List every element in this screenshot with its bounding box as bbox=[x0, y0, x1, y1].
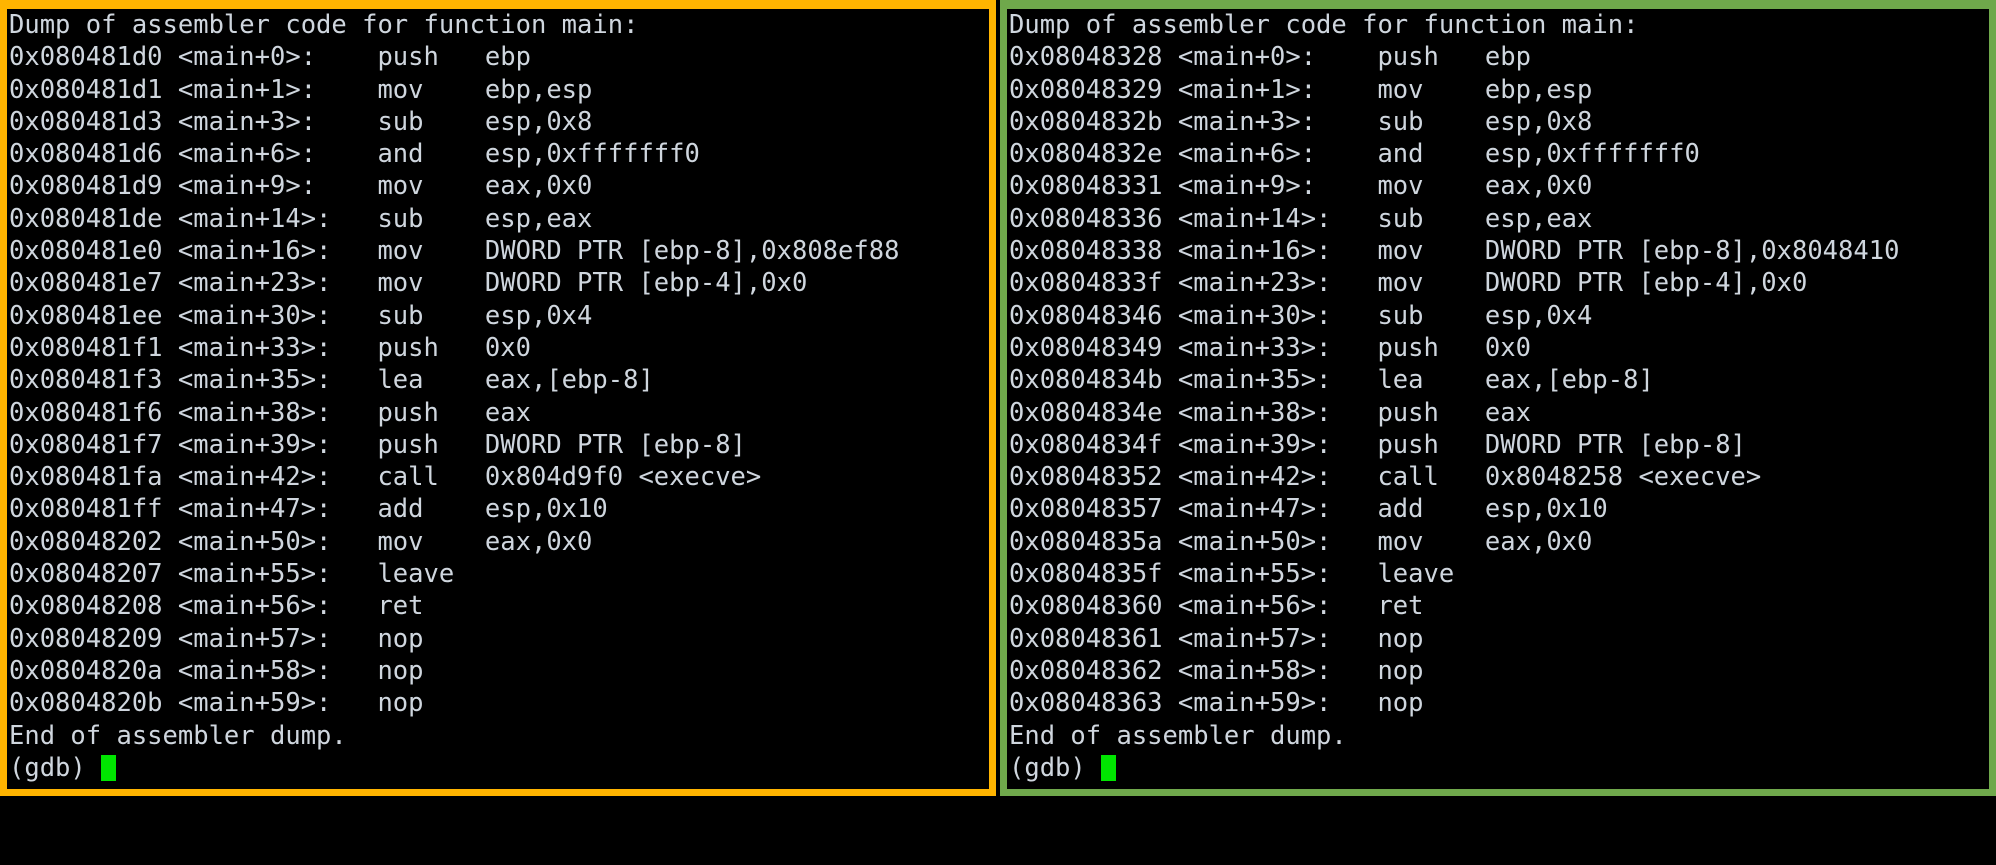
disasm-line: 0x08048207 <main+55>: leave bbox=[9, 559, 455, 590]
disasm-line: 0x080481e7 <main+23>: mov DWORD PTR [ebp… bbox=[9, 268, 808, 299]
disasm-line: 0x08048328 <main+0>: push ebp bbox=[1009, 42, 1531, 73]
disasm-line: 0x080481fa <main+42>: call 0x804d9f0 <ex… bbox=[9, 462, 762, 493]
disasm-line: 0x0804834b <main+35>: lea eax,[ebp-8] bbox=[1009, 365, 1654, 396]
disasm-line: 0x08048208 <main+56>: ret bbox=[9, 591, 424, 622]
disasm-line: 0x080481d1 <main+1>: mov ebp,esp bbox=[9, 74, 593, 105]
disasm-line: 0x0804834f <main+39>: push DWORD PTR [eb… bbox=[1009, 429, 1746, 460]
disasm-line: 0x080481ee <main+30>: sub esp,0x4 bbox=[9, 300, 593, 331]
disasm-line: 0x0804820a <main+58>: nop bbox=[9, 655, 424, 686]
disasm-line: 0x080481f1 <main+33>: push 0x0 bbox=[9, 332, 531, 363]
gdb-terminal-window-right[interactable]: Dump of assembler code for function main… bbox=[1000, 0, 1996, 796]
disasm-line: 0x08048331 <main+9>: mov eax,0x0 bbox=[1009, 171, 1593, 202]
disasm-line: 0x0804833f <main+23>: mov DWORD PTR [ebp… bbox=[1009, 268, 1808, 299]
disasm-line: 0x0804832b <main+3>: sub esp,0x8 bbox=[1009, 106, 1593, 137]
disasm-line: 0x08048361 <main+57>: nop bbox=[1009, 623, 1424, 654]
disasm-line: 0x080481d0 <main+0>: push ebp bbox=[9, 42, 531, 73]
disasm-line: 0x0804834e <main+38>: push eax bbox=[1009, 397, 1531, 428]
disasm-line: 0x0804832e <main+6>: and esp,0xfffffff0 bbox=[1009, 139, 1700, 170]
disasm-line: 0x080481de <main+14>: sub esp,eax bbox=[9, 203, 593, 234]
desktop-screen: Dump of assembler code for function main… bbox=[0, 0, 1996, 865]
disasm-line: 0x0804835f <main+55>: leave bbox=[1009, 559, 1455, 590]
disasm-line: 0x08048360 <main+56>: ret bbox=[1009, 591, 1424, 622]
disasm-line: 0x080481ff <main+47>: add esp,0x10 bbox=[9, 494, 608, 525]
disasm-line: 0x08048209 <main+57>: nop bbox=[9, 623, 424, 654]
disasm-line: 0x080481d9 <main+9>: mov eax,0x0 bbox=[9, 171, 593, 202]
gdb-terminal-window-left[interactable]: Dump of assembler code for function main… bbox=[0, 0, 996, 796]
disasm-line: 0x08048329 <main+1>: mov ebp,esp bbox=[1009, 74, 1593, 105]
disasm-line: 0x080481f7 <main+39>: push DWORD PTR [eb… bbox=[9, 429, 746, 460]
text-cursor-left bbox=[100, 754, 116, 781]
text-cursor-right bbox=[1100, 754, 1116, 781]
dump-footer-right: End of assembler dump. bbox=[1009, 720, 1347, 751]
dump-header-left: Dump of assembler code for function main… bbox=[9, 10, 639, 40]
terminal-output-right[interactable]: Dump of assembler code for function main… bbox=[1007, 9, 1989, 789]
gdb-prompt-left[interactable]: (gdb) bbox=[9, 752, 989, 784]
disasm-line: 0x08048352 <main+42>: call 0x8048258 <ex… bbox=[1009, 462, 1762, 493]
dump-footer-left: End of assembler dump. bbox=[9, 720, 347, 751]
disasm-line: 0x0804835a <main+50>: mov eax,0x0 bbox=[1009, 526, 1593, 557]
disasm-line: 0x08048346 <main+30>: sub esp,0x4 bbox=[1009, 300, 1593, 331]
disasm-line: 0x080481e0 <main+16>: mov DWORD PTR [ebp… bbox=[9, 236, 900, 267]
terminal-output-left[interactable]: Dump of assembler code for function main… bbox=[7, 9, 989, 789]
disasm-line: 0x080481f3 <main+35>: lea eax,[ebp-8] bbox=[9, 365, 654, 396]
disasm-line: 0x080481d3 <main+3>: sub esp,0x8 bbox=[9, 106, 593, 137]
disasm-line: 0x08048338 <main+16>: mov DWORD PTR [ebp… bbox=[1009, 236, 1900, 267]
dump-header-right: Dump of assembler code for function main… bbox=[1009, 10, 1639, 40]
disasm-line: 0x08048336 <main+14>: sub esp,eax bbox=[1009, 203, 1593, 234]
disasm-line: 0x08048349 <main+33>: push 0x0 bbox=[1009, 332, 1531, 363]
disasm-line: 0x080481f6 <main+38>: push eax bbox=[9, 397, 531, 428]
disasm-line: 0x08048202 <main+50>: mov eax,0x0 bbox=[9, 526, 593, 557]
gdb-prompt-right[interactable]: (gdb) bbox=[1009, 752, 1989, 784]
gdb-prompt-label-left: (gdb) bbox=[9, 752, 86, 783]
gdb-prompt-label-right: (gdb) bbox=[1009, 752, 1086, 783]
disasm-line: 0x08048362 <main+58>: nop bbox=[1009, 655, 1424, 686]
disasm-line: 0x080481d6 <main+6>: and esp,0xfffffff0 bbox=[9, 139, 700, 170]
disasm-line: 0x08048363 <main+59>: nop bbox=[1009, 688, 1424, 719]
disasm-line: 0x0804820b <main+59>: nop bbox=[9, 688, 424, 719]
disasm-line: 0x08048357 <main+47>: add esp,0x10 bbox=[1009, 494, 1608, 525]
desktop-backdrop bbox=[0, 796, 1996, 865]
